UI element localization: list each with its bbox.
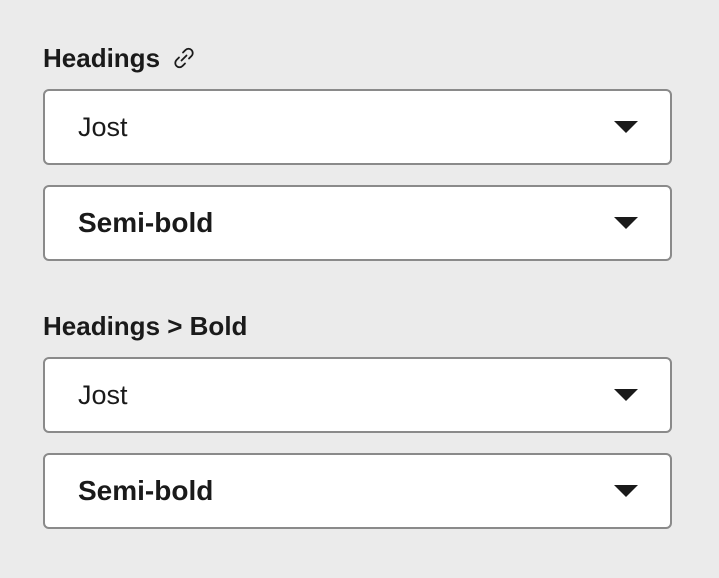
chevron-down-icon	[614, 217, 638, 229]
headings-font-family-value: Jost	[78, 111, 128, 142]
headings-bold-label: Headings > Bold	[43, 313, 247, 339]
chevron-down-icon	[614, 121, 638, 133]
headings-font-weight-value: Semi-bold	[78, 207, 214, 238]
headings-bold-font-family-select[interactable]: Jost	[43, 357, 672, 433]
headings-label-text: Headings	[43, 43, 161, 73]
headings-font-weight-select[interactable]: Semi-bold	[43, 185, 672, 261]
chevron-down-icon	[614, 485, 638, 497]
headings-font-family-select[interactable]: Jost	[43, 89, 672, 165]
chevron-down-icon	[614, 389, 638, 401]
headings-bold-font-family-value: Jost	[78, 379, 128, 410]
headings-bold-font-weight-value: Semi-bold	[78, 475, 214, 506]
headings-label: Headings	[43, 44, 198, 72]
headings-bold-label-text: Headings > Bold	[43, 311, 248, 341]
headings-bold-font-weight-select[interactable]: Semi-bold	[43, 453, 672, 529]
link-icon[interactable]	[170, 44, 198, 72]
